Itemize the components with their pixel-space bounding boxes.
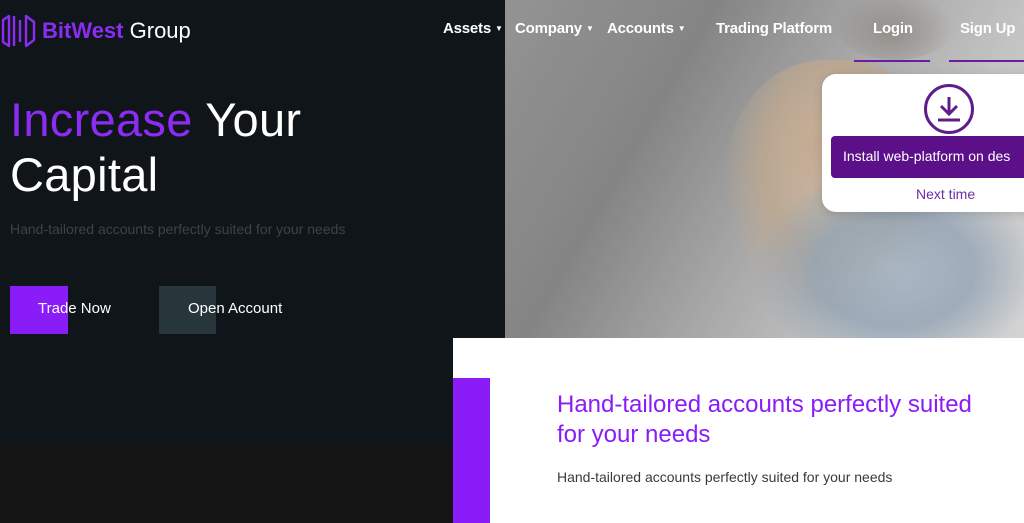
trade-now-label[interactable]: Trade Now <box>38 300 111 317</box>
nav-accounts[interactable]: Accounts ▼ <box>607 20 686 37</box>
card-title: Hand-tailored accounts perfectly suited f… <box>557 391 972 448</box>
card-accent-bar <box>453 378 490 523</box>
install-web-platform-button[interactable]: Install web-platform on des <box>831 136 1024 178</box>
download-icon <box>924 84 974 134</box>
main-nav: Assets ▼ Company ▼ Accounts ▼ Trading Platf… <box>0 20 1024 42</box>
page: BitWest Group Assets ▼ Company ▼ Accounts ▼… <box>0 0 1024 523</box>
install-popup: Install web-platform on des Next time <box>822 74 1024 212</box>
signup-button[interactable]: Sign Up <box>960 20 1015 37</box>
card-subtitle: Hand-tailored accounts perfectly suited … <box>557 469 893 485</box>
hero-subtitle: Hand-tailored accounts perfectly suited … <box>10 221 346 237</box>
next-time-link[interactable]: Next time <box>916 186 975 202</box>
login-underline <box>854 60 930 62</box>
nav-trading-platform[interactable]: Trading Platform <box>716 20 832 37</box>
install-label: Install web-platform on des <box>843 148 1011 164</box>
nav-assets[interactable]: Assets ▼ <box>443 20 503 37</box>
login-button[interactable]: Login <box>873 20 913 37</box>
open-account-label[interactable]: Open Account <box>188 300 282 317</box>
section-background <box>0 444 460 523</box>
signup-underline <box>949 60 1024 62</box>
chevron-down-icon: ▼ <box>495 24 503 33</box>
chevron-down-icon: ▼ <box>677 24 686 33</box>
nav-company[interactable]: Company ▼ <box>515 20 594 37</box>
chevron-down-icon: ▼ <box>585 24 594 33</box>
hero-title: Increase Your Capital <box>10 93 302 201</box>
site-header: BitWest Group Assets ▼ Company ▼ Accounts ▼… <box>0 0 1024 62</box>
